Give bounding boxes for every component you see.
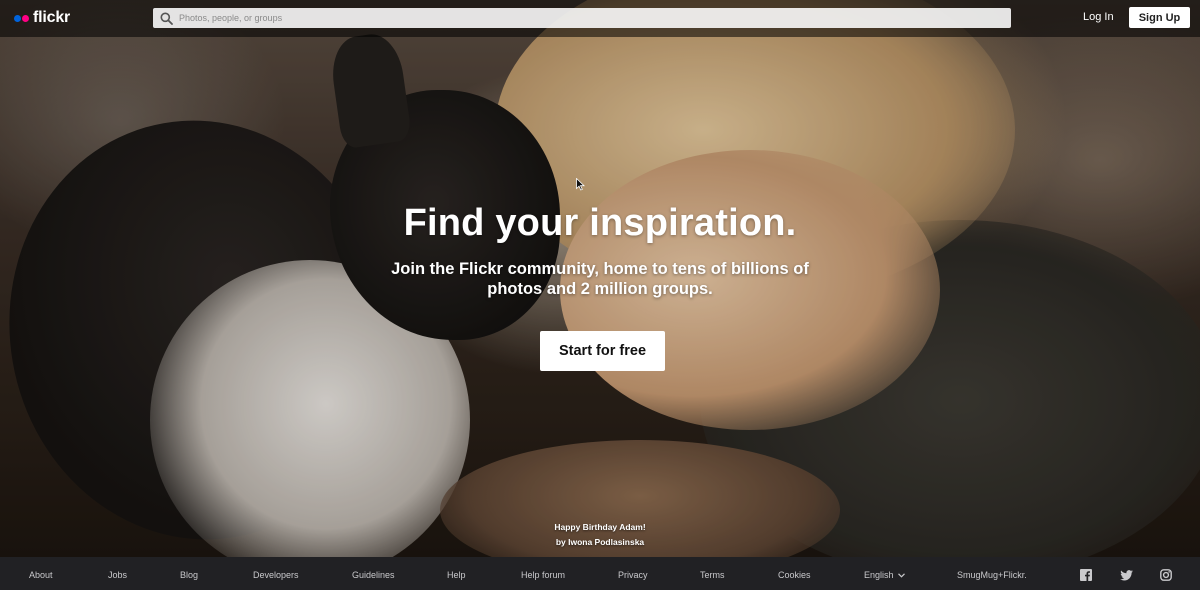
signup-button[interactable]: Sign Up bbox=[1129, 7, 1190, 28]
logo-blue-dot bbox=[14, 14, 21, 22]
footer-link-developers[interactable]: Developers bbox=[253, 570, 299, 580]
language-selector[interactable]: English bbox=[864, 570, 905, 580]
logo-pink-dot bbox=[22, 14, 29, 22]
chevron-down-icon bbox=[897, 572, 905, 578]
photo-credit: Happy Birthday Adam! by Iwona Podlasinsk… bbox=[500, 520, 700, 550]
footer-link-terms[interactable]: Terms bbox=[700, 570, 725, 580]
search-bar bbox=[153, 8, 1011, 28]
search-icon[interactable] bbox=[153, 8, 179, 28]
language-label: English bbox=[864, 570, 894, 580]
smugmug-flickr-link[interactable]: SmugMug+Flickr. bbox=[957, 570, 1027, 580]
footer-link-privacy[interactable]: Privacy bbox=[618, 570, 648, 580]
mouse-cursor-icon bbox=[576, 177, 585, 196]
footer-link-help-forum[interactable]: Help forum bbox=[521, 570, 565, 580]
footer-link-cookies[interactable]: Cookies bbox=[778, 570, 811, 580]
hero-subline: Join the Flickr community, home to tens … bbox=[391, 260, 809, 298]
flickr-logo[interactable]: flickr bbox=[14, 9, 70, 27]
login-link[interactable]: Log In bbox=[1083, 11, 1114, 23]
twitter-icon[interactable] bbox=[1120, 568, 1133, 581]
start-for-free-button[interactable]: Start for free bbox=[540, 331, 665, 371]
photo-title-link[interactable]: Happy Birthday Adam! bbox=[500, 520, 700, 535]
footer-link-guidelines[interactable]: Guidelines bbox=[352, 570, 395, 580]
logo-wordmark: flickr bbox=[33, 9, 71, 26]
top-navigation-bar: flickr Log In Sign Up bbox=[0, 0, 1200, 37]
instagram-icon[interactable] bbox=[1160, 568, 1172, 581]
facebook-icon[interactable] bbox=[1080, 568, 1092, 581]
footer-link-help[interactable]: Help bbox=[447, 570, 466, 580]
hero-headline: Find your inspiration. bbox=[403, 202, 797, 244]
footer-link-about[interactable]: About bbox=[29, 570, 53, 580]
search-input[interactable] bbox=[179, 8, 999, 28]
footer-bar: About Jobs Blog Developers Guidelines He… bbox=[0, 557, 1200, 590]
footer-link-jobs[interactable]: Jobs bbox=[108, 570, 127, 580]
photo-author-link[interactable]: by Iwona Podlasinska bbox=[500, 535, 700, 550]
footer-link-blog[interactable]: Blog bbox=[180, 570, 198, 580]
